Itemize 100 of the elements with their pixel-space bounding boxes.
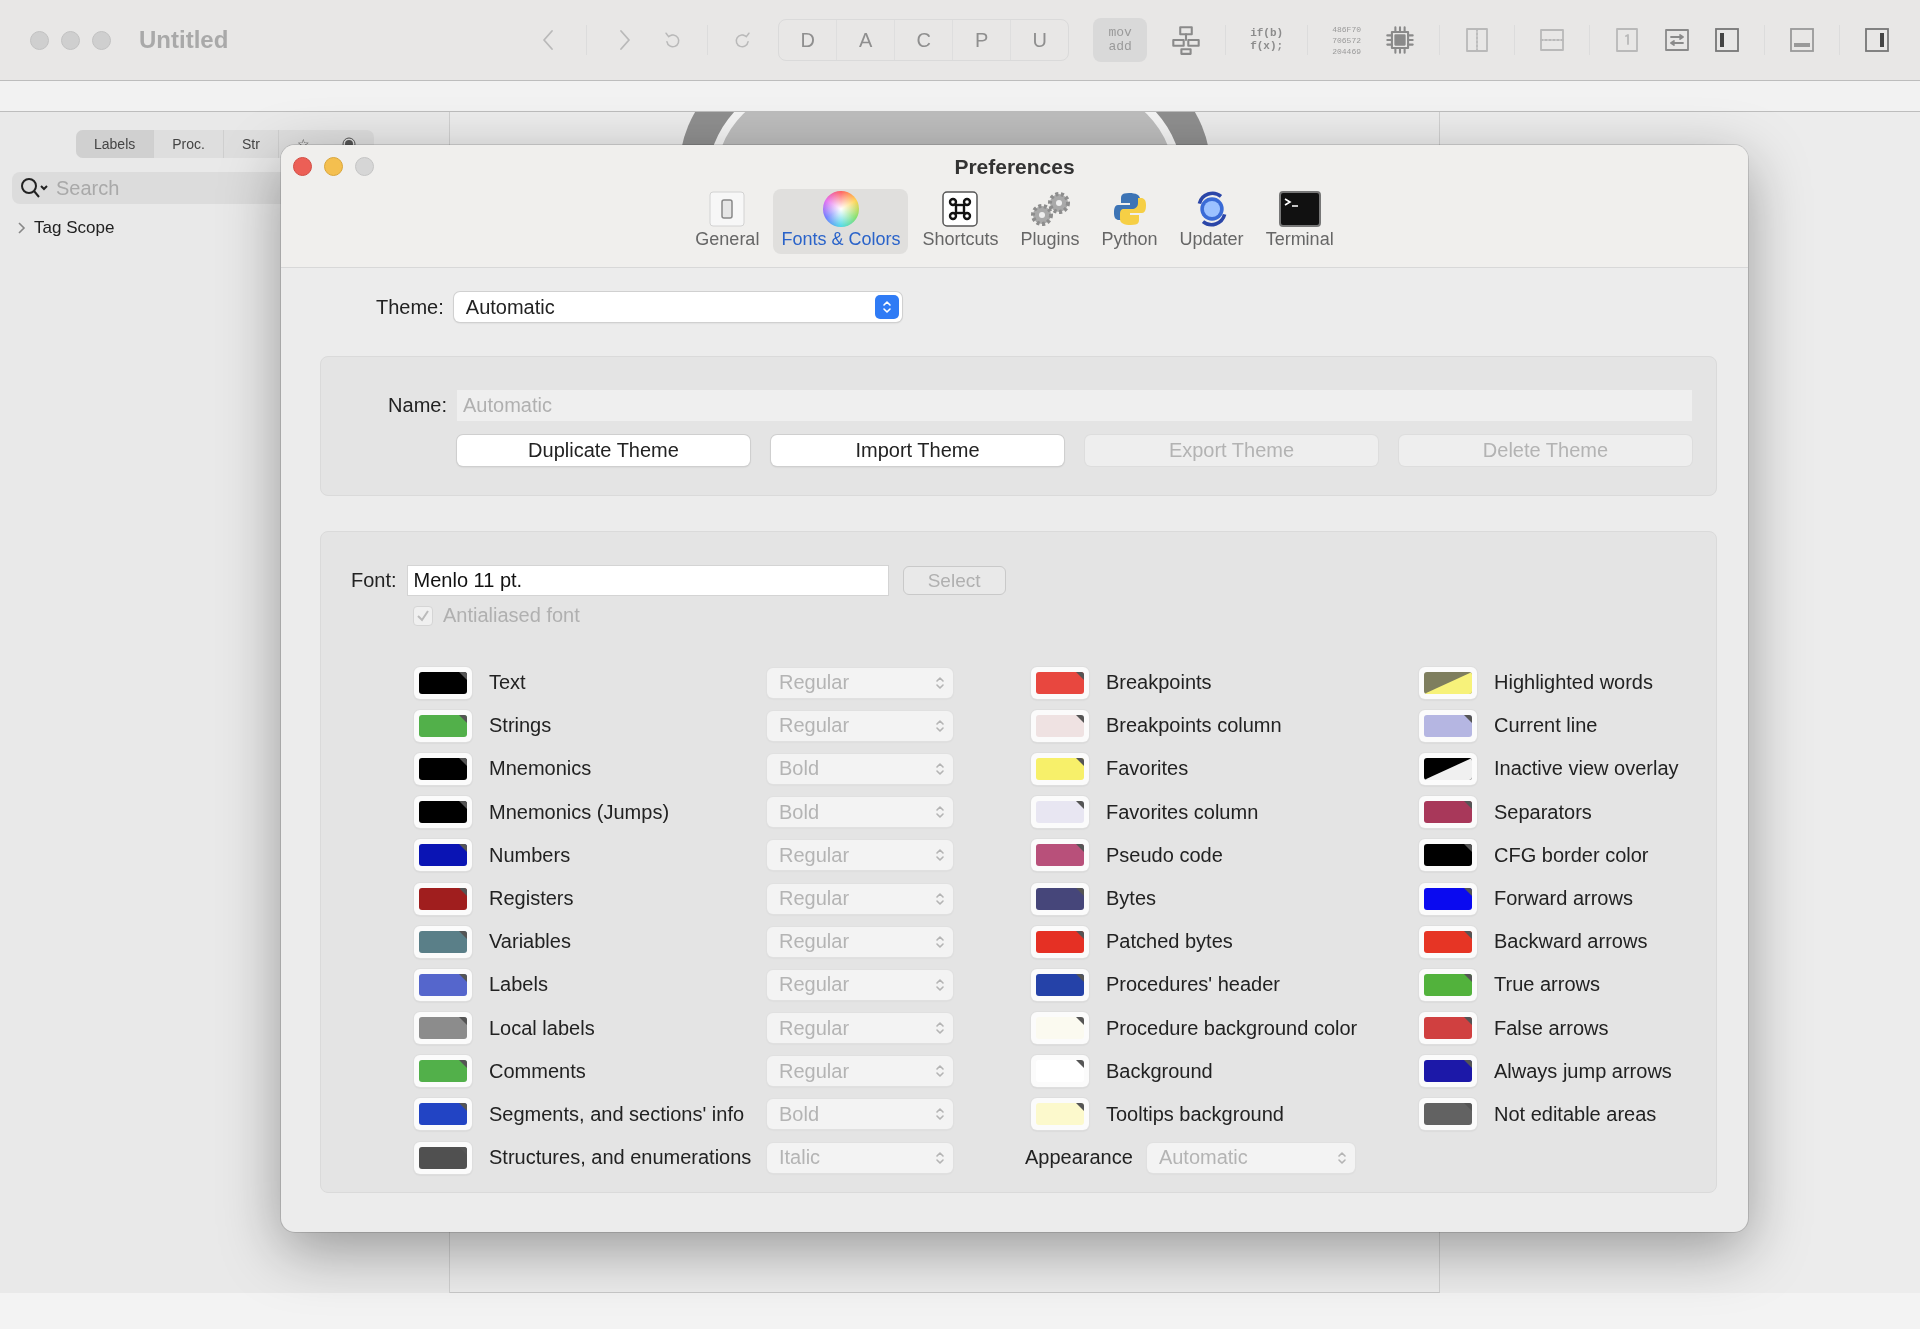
assembly-button[interactable]: mov add bbox=[1093, 18, 1148, 62]
color-name: Numbers bbox=[489, 843, 572, 867]
theme-label: Theme: bbox=[376, 295, 444, 319]
color-well[interactable] bbox=[414, 1098, 472, 1131]
stepper-icon bbox=[935, 890, 945, 907]
chip-icon[interactable] bbox=[1385, 25, 1415, 55]
color-well[interactable] bbox=[1031, 666, 1089, 699]
color-name: Strings bbox=[489, 714, 553, 738]
stepper-icon bbox=[935, 717, 945, 734]
color-name: Segments, and sections' info bbox=[489, 1102, 746, 1126]
color-name: Structures, and enumerations bbox=[489, 1146, 753, 1170]
theme-dropdown[interactable]: Automatic bbox=[453, 292, 902, 322]
color-well[interactable] bbox=[414, 796, 472, 829]
color-well[interactable] bbox=[414, 968, 472, 1001]
color-well[interactable] bbox=[1419, 839, 1477, 872]
preferences-tab[interactable]: Plugins bbox=[1012, 189, 1088, 254]
sidebar-tab[interactable]: Str bbox=[222, 130, 278, 158]
color-well[interactable] bbox=[1031, 839, 1089, 872]
color-well[interactable] bbox=[1419, 968, 1477, 1001]
color-name: Breakpoints bbox=[1106, 671, 1212, 695]
color-name: Patched bytes bbox=[1106, 930, 1233, 954]
color-well[interactable] bbox=[414, 709, 472, 742]
theme-button[interactable]: Import Theme bbox=[771, 435, 1064, 466]
color-name: Backward arrows bbox=[1494, 930, 1648, 954]
stepper-icon bbox=[881, 299, 892, 315]
color-name: Always jump arrows bbox=[1494, 1059, 1672, 1083]
color-well[interactable] bbox=[414, 882, 472, 915]
color-well[interactable] bbox=[414, 666, 472, 699]
stepper-icon bbox=[935, 933, 945, 950]
preferences-tab[interactable]: Fonts & Colors bbox=[773, 189, 909, 254]
color-well[interactable] bbox=[1419, 1055, 1477, 1088]
switch-icon bbox=[709, 191, 746, 227]
color-well[interactable] bbox=[414, 839, 472, 872]
color-well[interactable] bbox=[1419, 1012, 1477, 1045]
preferences-tab[interactable]: Python bbox=[1093, 189, 1166, 254]
color-well[interactable] bbox=[414, 1055, 472, 1088]
color-name: Procedures' header bbox=[1106, 973, 1280, 997]
color-well[interactable] bbox=[414, 1141, 472, 1174]
color-name: True arrows bbox=[1494, 973, 1600, 997]
color-well[interactable] bbox=[1031, 709, 1089, 742]
color-well[interactable] bbox=[1419, 925, 1477, 958]
color-well[interactable] bbox=[414, 752, 472, 785]
color-name: Pseudo code bbox=[1106, 843, 1223, 867]
command-key-icon bbox=[942, 191, 979, 227]
color-well[interactable] bbox=[1031, 1055, 1089, 1088]
color-name: Variables bbox=[489, 930, 572, 954]
window-title: Preferences bbox=[954, 155, 1075, 179]
pseudocode-button[interactable]: if(b) f(x); bbox=[1250, 27, 1284, 53]
color-well[interactable] bbox=[1031, 968, 1089, 1001]
color-name: Comments bbox=[489, 1059, 587, 1083]
color-well[interactable] bbox=[1419, 796, 1477, 829]
color-name: Favorites column bbox=[1106, 800, 1259, 824]
color-name: Highlighted words bbox=[1494, 671, 1653, 695]
color-name: Mnemonics bbox=[489, 757, 593, 781]
disclosure-icon[interactable] bbox=[16, 222, 26, 234]
color-name: False arrows bbox=[1494, 1016, 1609, 1040]
font-label: Font: bbox=[351, 569, 397, 592]
stepper-icon bbox=[935, 1106, 945, 1123]
color-well[interactable] bbox=[414, 925, 472, 958]
color-well[interactable] bbox=[1419, 1098, 1477, 1131]
color-name: Inactive view overlay bbox=[1494, 757, 1679, 781]
sidebar-tab[interactable]: Labels bbox=[76, 130, 154, 158]
stepper-icon bbox=[935, 760, 945, 777]
preferences-tab[interactable]: Updater bbox=[1171, 189, 1252, 254]
color-name: Registers bbox=[489, 887, 575, 911]
search-icon bbox=[20, 177, 50, 199]
color-well[interactable] bbox=[1031, 796, 1089, 829]
color-well[interactable] bbox=[414, 1012, 472, 1045]
flowchart-icon[interactable] bbox=[1171, 25, 1202, 55]
color-name: Separators bbox=[1494, 800, 1592, 824]
hex-button[interactable]: 486F70 706572 204469 bbox=[1332, 23, 1361, 57]
color-name: Local labels bbox=[489, 1016, 596, 1040]
color-well[interactable] bbox=[1031, 882, 1089, 915]
preferences-tab[interactable]: Terminal bbox=[1257, 189, 1342, 254]
color-well[interactable] bbox=[1031, 752, 1089, 785]
left-sidebar-icon[interactable] bbox=[1714, 27, 1740, 53]
color-well[interactable] bbox=[1031, 1098, 1089, 1131]
right-sidebar-icon[interactable] bbox=[1864, 27, 1890, 53]
terminal-icon bbox=[1278, 191, 1321, 227]
color-name: Breakpoints column bbox=[1106, 714, 1282, 738]
color-well[interactable] bbox=[1419, 709, 1477, 742]
bottom-panel-icon[interactable] bbox=[1789, 27, 1815, 53]
preferences-tab[interactable]: Shortcuts bbox=[914, 189, 1007, 254]
color-well[interactable] bbox=[1031, 925, 1089, 958]
minimize-button[interactable] bbox=[324, 157, 343, 176]
color-name: Not editable areas bbox=[1494, 1102, 1657, 1126]
name-field[interactable]: Automatic bbox=[457, 390, 1692, 421]
color-well[interactable] bbox=[1031, 1012, 1089, 1045]
sidebar-tab[interactable]: Proc. bbox=[153, 130, 223, 158]
stepper-icon bbox=[935, 1063, 945, 1080]
color-name: Current line bbox=[1494, 714, 1598, 738]
color-name: Favorites bbox=[1106, 757, 1189, 781]
preferences-tab[interactable]: General bbox=[687, 189, 768, 254]
window-title: Untitled bbox=[139, 26, 229, 54]
theme-button[interactable]: Duplicate Theme bbox=[457, 435, 750, 466]
tree-item[interactable]: Tag Scope bbox=[34, 218, 115, 238]
font-field[interactable]: Menlo 11 pt. bbox=[406, 565, 889, 596]
close-button[interactable] bbox=[293, 157, 312, 176]
appearance-label: Appearance bbox=[1025, 1146, 1133, 1170]
color-well[interactable] bbox=[1419, 882, 1477, 915]
